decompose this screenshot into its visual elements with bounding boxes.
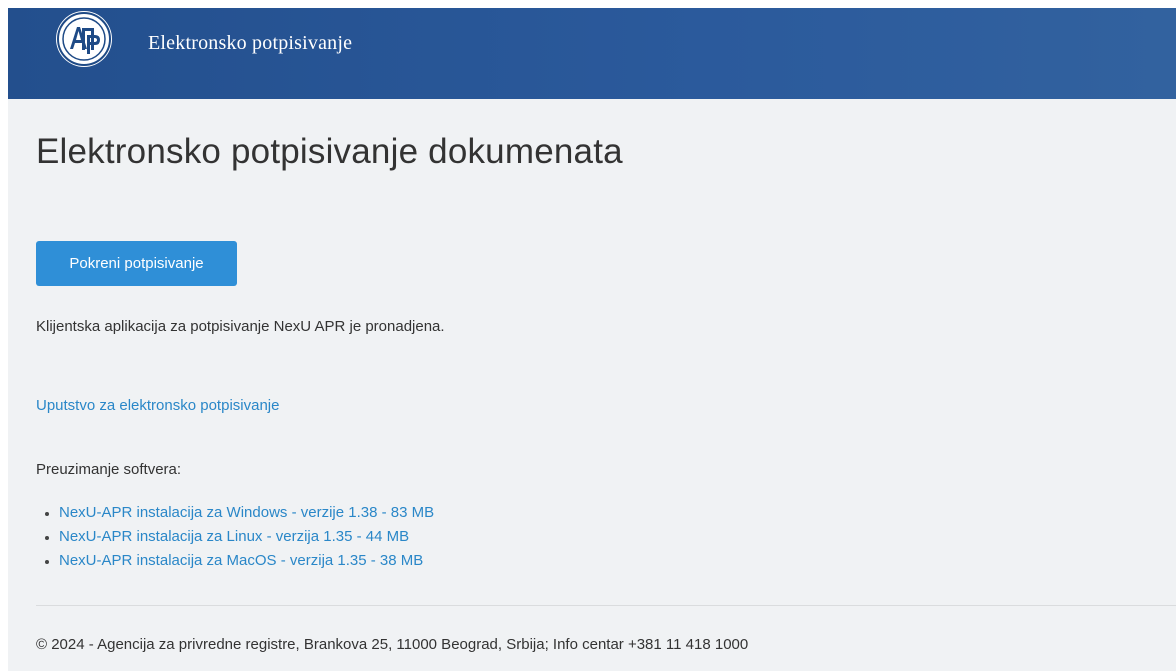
downloads-list: NexU-APR instalacija za Windows - verzij… [36, 501, 434, 573]
apr-logo-icon [62, 17, 106, 61]
start-signing-button[interactable]: Pokreni potpisivanje [36, 241, 237, 286]
signing-guide-link[interactable]: Uputstvo za elektronsko potpisivanje [36, 397, 279, 414]
bullet-icon [45, 512, 49, 516]
download-item-macos: NexU-APR instalacija za MacOS - verzija … [36, 549, 434, 573]
main-content: Elektronsko potpisivanje dokumenata Pokr… [8, 99, 1176, 671]
download-linux-link[interactable]: NexU-APR instalacija za Linux - verzija … [59, 528, 409, 545]
page: Elektronsko potpisivanje Elektronsko pot… [0, 0, 1176, 671]
download-macos-link[interactable]: NexU-APR instalacija za MacOS - verzija … [59, 552, 423, 569]
download-windows-link[interactable]: NexU-APR instalacija za Windows - verzij… [59, 504, 434, 521]
bullet-icon [45, 536, 49, 540]
apr-logo[interactable] [57, 12, 111, 66]
footer-divider [36, 605, 1176, 606]
brand-title: Elektronsko potpisivanje [148, 32, 353, 54]
client-status-text: Klijentska aplikacija za potpisivanje Ne… [36, 318, 445, 335]
bullet-icon [45, 560, 49, 564]
download-item-linux: NexU-APR instalacija za Linux - verzija … [36, 525, 434, 549]
download-item-windows: NexU-APR instalacija za Windows - verzij… [36, 501, 434, 525]
page-title: Elektronsko potpisivanje dokumenata [36, 132, 623, 171]
top-header: Elektronsko potpisivanje [8, 8, 1176, 99]
footer-text: © 2024 - Agencija za privredne registre,… [36, 636, 749, 653]
downloads-label: Preuzimanje softvera: [36, 461, 182, 478]
